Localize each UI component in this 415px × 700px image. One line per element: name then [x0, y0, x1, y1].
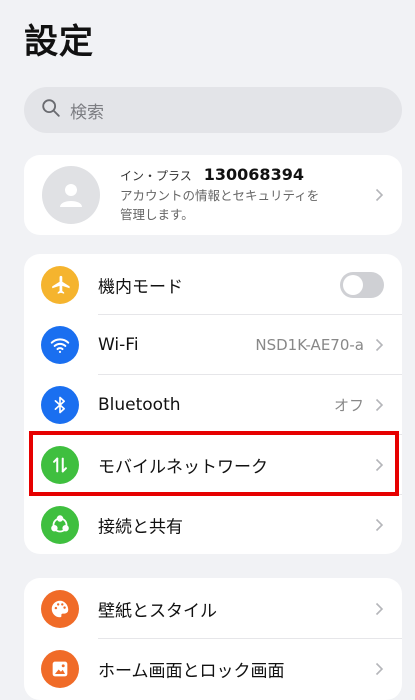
- home-lock-screen-label: ホーム画面とロック画面: [98, 661, 285, 682]
- user-icon: [60, 184, 82, 207]
- chevron-right-icon: [375, 662, 384, 676]
- wifi-icon: [41, 326, 79, 364]
- picture-icon: [41, 650, 79, 688]
- wifi-label: Wi-Fi: [98, 335, 139, 355]
- palette-icon: [41, 590, 79, 628]
- chevron-right-icon: [375, 188, 384, 202]
- page-title: 設定: [24, 22, 94, 62]
- account-id: 130068394: [203, 165, 304, 184]
- account-name: イン・プラス: [120, 169, 192, 183]
- bluetooth-label: Bluetooth: [98, 395, 181, 415]
- wallpaper-style-row[interactable]: 壁紙とスタイル: [24, 579, 402, 639]
- wifi-row[interactable]: Wi-Fi NSD1K-AE70-a: [24, 315, 402, 375]
- avatar: [42, 166, 100, 224]
- search-icon: [40, 97, 62, 123]
- bluetooth-icon: [41, 386, 79, 424]
- bluetooth-status: オフ: [333, 396, 364, 415]
- account-card[interactable]: イン・プラス 130068394 アカウントの情報とセキュリティを 管理します。: [24, 155, 402, 235]
- account-description-line2: 管理します。: [120, 207, 194, 222]
- chevron-right-icon: [375, 458, 384, 472]
- connection-sharing-label: 接続と共有: [98, 517, 183, 538]
- mobile-data-icon: [41, 446, 79, 484]
- mobile-network-row[interactable]: モバイルネットワーク: [24, 435, 402, 495]
- connection-sharing-row[interactable]: 接続と共有: [24, 495, 402, 554]
- toggle-knob: [343, 275, 363, 295]
- wallpaper-style-label: 壁紙とスタイル: [98, 601, 217, 622]
- personalization-group: 壁紙とスタイル ホーム画面とロック画面: [24, 578, 402, 700]
- home-lock-screen-row[interactable]: ホーム画面とロック画面: [24, 639, 402, 699]
- chevron-right-icon: [375, 602, 384, 616]
- airplane-mode-row[interactable]: 機内モード: [24, 255, 402, 315]
- airplane-icon: [41, 266, 79, 304]
- share-icon: [41, 506, 79, 544]
- mobile-network-label: モバイルネットワーク: [98, 457, 268, 478]
- wifi-network-name: NSD1K-AE70-a: [255, 336, 364, 354]
- chevron-right-icon: [375, 398, 384, 412]
- account-description-line1: アカウントの情報とセキュリティを: [120, 188, 320, 203]
- bluetooth-row[interactable]: Bluetooth オフ: [24, 375, 402, 435]
- search-placeholder: 検索: [70, 102, 104, 123]
- airplane-mode-label: 機内モード: [98, 277, 183, 298]
- search-bar[interactable]: 検索: [24, 87, 402, 133]
- connectivity-group: 機内モード Wi-Fi NSD1K-AE70-a Bluetooth オフ モバ…: [24, 254, 402, 554]
- chevron-right-icon: [375, 518, 384, 532]
- airplane-mode-toggle[interactable]: [340, 272, 384, 298]
- chevron-right-icon: [375, 338, 384, 352]
